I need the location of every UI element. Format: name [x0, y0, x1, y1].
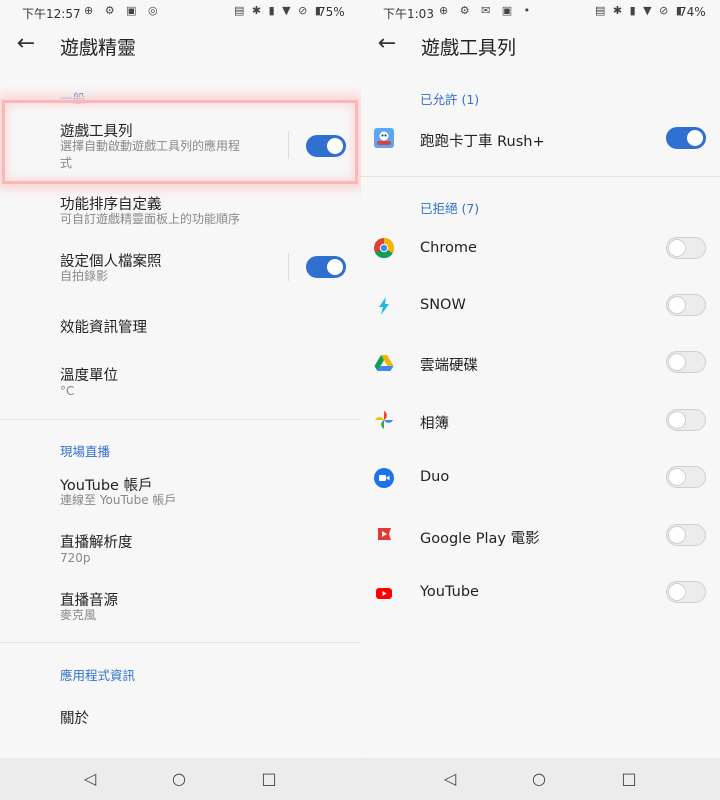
toggle-knob — [327, 138, 343, 154]
nav-home-icon[interactable]: ○ — [168, 768, 190, 790]
nav-recents-icon[interactable]: □ — [618, 768, 640, 790]
setting-subtitle: 麥克風 — [60, 608, 97, 622]
toggle-knob — [668, 526, 686, 544]
toggle-knob — [668, 353, 686, 371]
setting-title: 直播解析度 — [60, 535, 133, 551]
battery-level: 75% — [318, 5, 345, 19]
toggle-knob — [668, 239, 686, 257]
setting-subtitle-cont: 式 — [60, 156, 73, 170]
app-toggle[interactable] — [666, 127, 706, 149]
app-label: Duo — [420, 469, 450, 485]
snow-icon — [374, 296, 394, 316]
game-toolbar-toggle[interactable] — [306, 135, 346, 157]
app-toggle[interactable] — [666, 351, 706, 373]
game-genie-settings-panel: 下午12:57 ⊕ ⚙ ▣ ◎ ▤ ✱ ▮ ▼ ⊘ ▮ 75% ← 遊戲精靈 一… — [0, 0, 360, 758]
back-arrow-icon[interactable]: ← — [12, 30, 40, 58]
game-toolbar-apps-panel: 下午1:03 ⊕ ⚙ ✉ ▣ • ▤ ✱ ▮ ▼ ⊘ ▮ 74% ← 遊戲工具列 — [361, 0, 720, 758]
toggle-knob — [687, 130, 703, 146]
page-title: 遊戲工具列 — [421, 37, 517, 59]
toggle-knob — [668, 411, 686, 429]
play-movies-icon — [374, 525, 394, 545]
section-divider — [361, 176, 720, 177]
nav-home-icon[interactable]: ○ — [528, 768, 550, 790]
setting-subtitle: 選擇自動啟動遊戲工具列的應用程 — [60, 139, 241, 153]
toggle-knob — [668, 468, 686, 486]
app-label: 跑跑卡丁車 Rush+ — [420, 134, 545, 150]
app-label: SNOW — [420, 297, 466, 313]
app-toggle[interactable] — [666, 409, 706, 431]
notification-icons: ⊕ ⚙ ✉ ▣ • — [439, 4, 535, 17]
nav-back-icon[interactable]: ◁ — [439, 768, 461, 790]
battery-level: 74% — [679, 5, 706, 19]
nav-recents-icon[interactable]: □ — [258, 768, 280, 790]
app-label: 雲端硬碟 — [420, 358, 478, 374]
divider-line — [288, 131, 289, 159]
toggle-knob — [327, 259, 343, 275]
app-toggle[interactable] — [666, 294, 706, 316]
app-toggle[interactable] — [666, 581, 706, 603]
section-divider — [0, 642, 360, 643]
app-bar: ← 遊戲工具列 — [361, 24, 720, 66]
google-photos-icon — [374, 410, 394, 430]
toggle-knob — [668, 296, 686, 314]
section-header-live: 現場直播 — [60, 444, 111, 459]
app-label: YouTube — [420, 584, 479, 600]
status-bar: 下午12:57 ⊕ ⚙ ▣ ◎ ▤ ✱ ▮ ▼ ⊘ ▮ 75% — [0, 0, 360, 24]
status-bar: 下午1:03 ⊕ ⚙ ✉ ▣ • ▤ ✱ ▮ ▼ ⊘ ▮ 74% — [361, 0, 720, 24]
nav-back-icon[interactable]: ◁ — [79, 768, 101, 790]
app-toggle[interactable] — [666, 466, 706, 488]
setting-performance-info[interactable]: 效能資訊管理 — [60, 316, 147, 337]
status-time: 下午12:57 — [22, 7, 81, 21]
section-header-allowed: 已允許 (1) — [420, 92, 480, 107]
navigation-bar: ◁ ○ □ ◁ ○ □ — [0, 758, 720, 800]
setting-subtitle: °C — [60, 384, 75, 398]
app-toggle[interactable] — [666, 237, 706, 259]
setting-subtitle: 可自訂遊戲精靈面板上的功能順序 — [60, 212, 241, 226]
system-status-icons: ▤ ✱ ▮ ▼ ⊘ ▮ — [595, 4, 684, 17]
kart-game-icon — [374, 128, 394, 148]
app-toggle[interactable] — [666, 524, 706, 546]
app-label: Chrome — [420, 240, 477, 256]
system-status-icons: ▤ ✱ ▮ ▼ ⊘ ▮ — [234, 4, 323, 17]
back-arrow-icon[interactable]: ← — [373, 30, 401, 58]
app-label: 相簿 — [420, 416, 449, 432]
setting-title: 溫度單位 — [60, 368, 118, 384]
section-header-denied: 已拒絕 (7) — [420, 201, 480, 216]
divider-line — [288, 253, 289, 281]
notification-icons: ⊕ ⚙ ▣ ◎ — [84, 4, 162, 17]
youtube-icon — [374, 583, 394, 603]
toggle-knob — [668, 583, 686, 601]
page-title: 遊戲精靈 — [60, 37, 137, 59]
status-time: 下午1:03 — [383, 7, 434, 21]
app-label: Google Play 電影 — [420, 531, 540, 547]
section-divider — [0, 419, 360, 420]
setting-subtitle: 720p — [60, 551, 91, 565]
profile-photo-toggle[interactable] — [306, 256, 346, 278]
duo-icon — [374, 468, 394, 488]
setting-subtitle: 自拍錄影 — [60, 269, 109, 283]
google-drive-icon — [374, 353, 394, 373]
section-header-app-info: 應用程式資訊 — [60, 668, 136, 683]
setting-subtitle: 連線至 YouTube 帳戶 — [60, 493, 177, 507]
app-bar: ← 遊戲精靈 — [0, 24, 360, 66]
chrome-icon — [374, 237, 395, 259]
setting-about[interactable]: 關於 — [60, 707, 89, 728]
